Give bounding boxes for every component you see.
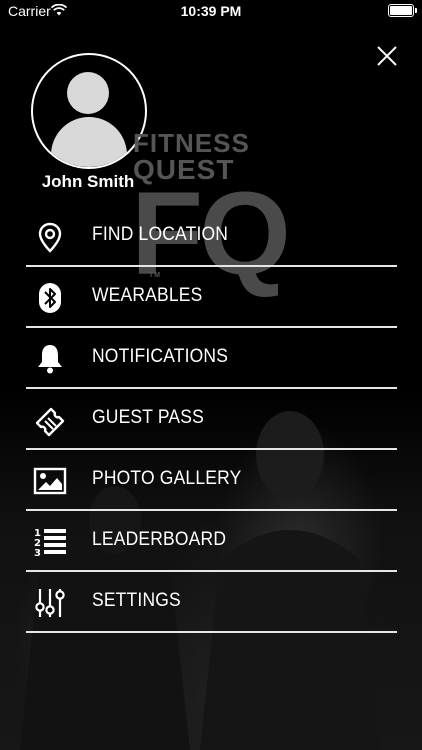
menu-item-label: LEADERBOARD xyxy=(92,529,227,550)
ticket-icon xyxy=(35,407,65,437)
drawer-menu: FIND LOCATION WEARABLES NOTIFICATIONS GU… xyxy=(26,206,397,633)
profile-name: John Smith xyxy=(41,172,135,191)
close-icon[interactable] xyxy=(375,44,399,68)
menu-item-wearables[interactable]: WEARABLES xyxy=(26,267,397,328)
menu-item-notifications[interactable]: NOTIFICATIONS xyxy=(26,328,397,389)
bluetooth-icon xyxy=(39,283,61,313)
menu-item-photo-gallery[interactable]: PHOTO GALLERY xyxy=(26,450,397,511)
location-pin-icon xyxy=(38,222,62,253)
menu-item-find-location[interactable]: FIND LOCATION xyxy=(26,206,397,267)
sliders-icon xyxy=(35,589,65,617)
menu-item-label: SETTINGS xyxy=(92,590,181,611)
menu-item-label: FIND LOCATION xyxy=(92,224,229,245)
user-avatar-icon[interactable] xyxy=(31,53,147,169)
status-time: 10:39 PM xyxy=(180,3,242,19)
battery-icon xyxy=(388,4,417,17)
menu-item-label: WEARABLES xyxy=(92,285,203,306)
menu-item-settings[interactable]: SETTINGS xyxy=(26,572,397,633)
menu-item-leaderboard[interactable]: 1 2 3 LEADERBOARD xyxy=(26,511,397,572)
menu-divider xyxy=(26,631,397,633)
bell-icon xyxy=(38,345,62,374)
photo-icon xyxy=(33,467,67,495)
menu-item-label: GUEST PASS xyxy=(92,407,204,428)
menu-item-guest-pass[interactable]: GUEST PASS xyxy=(26,389,397,450)
menu-item-label: PHOTO GALLERY xyxy=(92,468,242,489)
status-bar: Carrier 10:39 PM xyxy=(0,0,422,22)
menu-item-label: NOTIFICATIONS xyxy=(92,346,229,367)
logo-line1: FITNESS xyxy=(133,128,250,158)
svg-text:3: 3 xyxy=(34,548,41,559)
numbered-list-icon: 1 2 3 xyxy=(34,528,66,559)
